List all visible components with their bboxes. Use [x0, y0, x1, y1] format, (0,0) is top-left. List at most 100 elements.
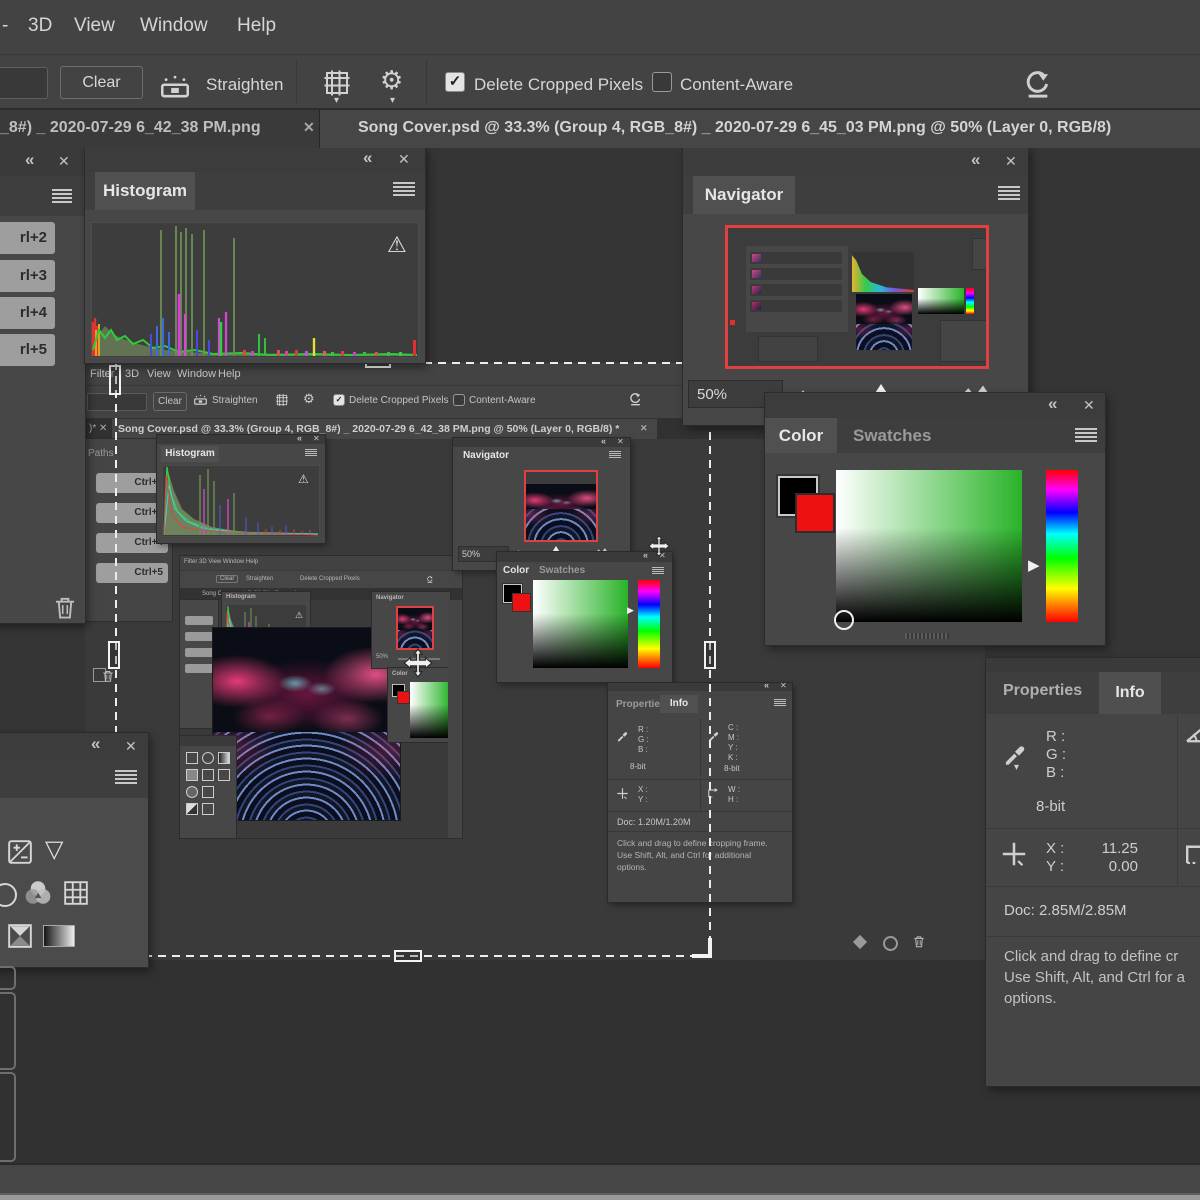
delete-cropped-pixels-checkbox[interactable]: ✓ [445, 72, 465, 92]
inner-tab-close-icon[interactable]: ✕ [640, 423, 648, 434]
color-resize-grip[interactable] [905, 633, 949, 639]
inner-content-aware-checkbox[interactable] [453, 394, 465, 406]
navigator-close-icon[interactable]: ✕ [1005, 153, 1017, 170]
inner-navigator-tab[interactable]: Navigator [458, 448, 514, 463]
document-tab-1[interactable]: _8#) _ 2020-07-29 6_42_38 PM.png ✕ [0, 110, 320, 148]
color-tab[interactable]: Color [765, 418, 837, 453]
inner-color-menu-icon[interactable] [652, 567, 664, 575]
channels-collapse-icon[interactable]: « [25, 150, 34, 170]
channel-row[interactable]: rl+4 [0, 297, 55, 329]
inner-swatches-tab[interactable]: Swatches [539, 565, 585, 576]
inner-histogram-menu-icon[interactable] [305, 449, 317, 457]
vibrance-adjustment-icon[interactable]: ▽ [45, 835, 63, 864]
saturation-selector[interactable] [834, 610, 854, 630]
content-aware-checkbox[interactable] [652, 72, 672, 92]
threshold-adjustment-icon[interactable] [7, 923, 33, 949]
hue-bar[interactable] [1046, 470, 1078, 622]
color-close-icon[interactable]: ✕ [1083, 397, 1095, 414]
inner-info-menu-icon[interactable] [774, 699, 786, 707]
straighten-label[interactable]: Straighten [206, 75, 284, 95]
inner-hue-bar[interactable] [638, 580, 660, 668]
eyedropper-dropdown-caret[interactable]: ▾ [1014, 762, 1019, 773]
channel-row[interactable]: rl+3 [0, 260, 55, 292]
hue-saturation-adjustment-icon[interactable] [0, 883, 17, 907]
inner-menu-view[interactable]: View [147, 368, 171, 380]
inner-clone-icon[interactable] [853, 935, 867, 949]
grid-overlay-icon[interactable] [321, 68, 353, 98]
left-strip-slot[interactable] [0, 1072, 16, 1162]
menu-item-partial[interactable]: - [2, 15, 8, 37]
gear-dropdown-caret[interactable]: ▾ [390, 95, 395, 106]
navigator-panel[interactable]: « ✕ Navigator 50 [683, 146, 1028, 425]
navigator-proxy[interactable] [725, 225, 989, 369]
inner-hue-slider-arrow[interactable]: ▶ [627, 605, 634, 616]
channels-menu-icon[interactable] [52, 189, 72, 203]
channel-row[interactable]: rl+2 [0, 222, 55, 254]
document-tab-2[interactable]: Song Cover.psd @ 33.3% (Group 4, RGB_8#)… [320, 110, 1200, 148]
inner-camera-icon[interactable] [883, 936, 898, 951]
inner-info-panel[interactable]: « ✕ Properties Info R : G : B : 8-bit C … [608, 683, 792, 902]
inner-straighten-icon[interactable] [193, 393, 208, 406]
inner-navigator-close-icon[interactable]: ✕ [617, 437, 624, 446]
inner-angle-input[interactable] [87, 393, 147, 411]
inner-delete-cropped-pixels-label[interactable]: Delete Cropped Pixels [349, 395, 449, 406]
background-swatch[interactable] [795, 493, 835, 533]
menu-item-3d[interactable]: 3D [28, 15, 52, 37]
inner-navigator-collapse-icon[interactable]: « [601, 436, 606, 446]
crop-handle-bottom-center[interactable] [394, 950, 422, 962]
inner-gear-icon[interactable]: ⚙ [303, 391, 315, 407]
straighten-icon[interactable] [158, 72, 192, 100]
left-strip-slot[interactable] [0, 966, 16, 990]
inner-histogram-close-icon[interactable]: ✕ [313, 434, 320, 443]
clear-button[interactable]: Clear [60, 66, 143, 99]
inner-trash2-icon[interactable] [913, 935, 925, 949]
reset-crop-icon[interactable] [1022, 67, 1054, 101]
crop-handle-mid-right[interactable] [704, 641, 716, 669]
inner-properties-tab[interactable]: Properties [616, 699, 665, 710]
channels-trash-icon[interactable] [53, 596, 77, 621]
inner-menu-help[interactable]: Help [218, 368, 241, 380]
gradient-map-adjustment-icon[interactable] [43, 925, 75, 947]
inner-navigator-proxy[interactable] [524, 470, 598, 542]
angle-input[interactable] [0, 67, 48, 99]
inner-background-swatch[interactable] [512, 593, 531, 612]
saturation-gradient[interactable] [836, 470, 1022, 622]
inner-saturation-gradient[interactable] [533, 580, 628, 668]
channel-mixer-adjustment-icon[interactable] [63, 880, 89, 906]
color-balance-adjustment-icon[interactable] [23, 879, 53, 906]
inner-delete-cropped-pixels-checkbox[interactable]: ✓ [333, 394, 345, 406]
inner-info-close-icon[interactable]: ✕ [780, 681, 787, 690]
inner-trash-icon[interactable] [102, 670, 114, 683]
inner-color-panel[interactable]: « ✕ Color Swatches ▶ [497, 552, 672, 682]
inner-histogram-collapse-icon[interactable]: « [297, 433, 302, 443]
inner-navigator-menu-icon[interactable] [609, 451, 621, 459]
grid-dropdown-caret[interactable]: ▾ [334, 95, 339, 106]
properties-tab[interactable]: Properties [1003, 682, 1082, 700]
color-panel[interactable]: « ✕ Color Swatches ▶ [765, 393, 1105, 645]
navigator-tab[interactable]: Navigator [693, 176, 795, 214]
inner-tab-fragment[interactable]: )* ✕ [89, 423, 107, 434]
swatches-tab[interactable]: Swatches [853, 426, 931, 446]
histogram-menu-icon[interactable] [393, 182, 415, 197]
document-tab-1-close-icon[interactable]: ✕ [303, 119, 315, 136]
histogram-collapse-icon[interactable]: « [363, 148, 372, 168]
content-aware-label[interactable]: Content-Aware [680, 75, 793, 95]
navigator-menu-icon[interactable] [998, 186, 1020, 201]
inner-color-tab[interactable]: Color [503, 565, 529, 576]
inner-paths-tab[interactable]: Paths [88, 448, 114, 459]
channel-row[interactable]: rl+5 [0, 334, 55, 366]
inner-histogram-panel[interactable]: « ✕ Histogram ⚠ [157, 435, 325, 543]
inner-content-aware-label[interactable]: Content-Aware [469, 395, 536, 406]
histogram-panel[interactable]: « ✕ Histogram ⚠ [85, 146, 425, 363]
channels-panel[interactable]: « ✕ rl+2 rl+3 rl+4 rl+5 [0, 146, 85, 623]
inner-info-collapse-icon[interactable]: « [764, 680, 769, 690]
inner-histogram-tab[interactable]: Histogram [161, 446, 219, 462]
inner-straighten-label[interactable]: Straighten [212, 395, 258, 406]
crop-corner-bottom-right-v[interactable] [708, 938, 712, 958]
info-panel[interactable]: Properties Info ▾ R : G : B : 8-bit X : … [986, 658, 1200, 1086]
adjustments-panel[interactable]: « ✕ ▽ [0, 733, 148, 967]
inner-rgb-eyedropper-icon[interactable] [616, 729, 629, 742]
crop-settings-gear-icon[interactable]: ⚙ [380, 65, 403, 96]
inner-navigator-panel[interactable]: « ✕ Navigator 50% [453, 438, 630, 570]
menu-item-view[interactable]: View [74, 15, 115, 37]
